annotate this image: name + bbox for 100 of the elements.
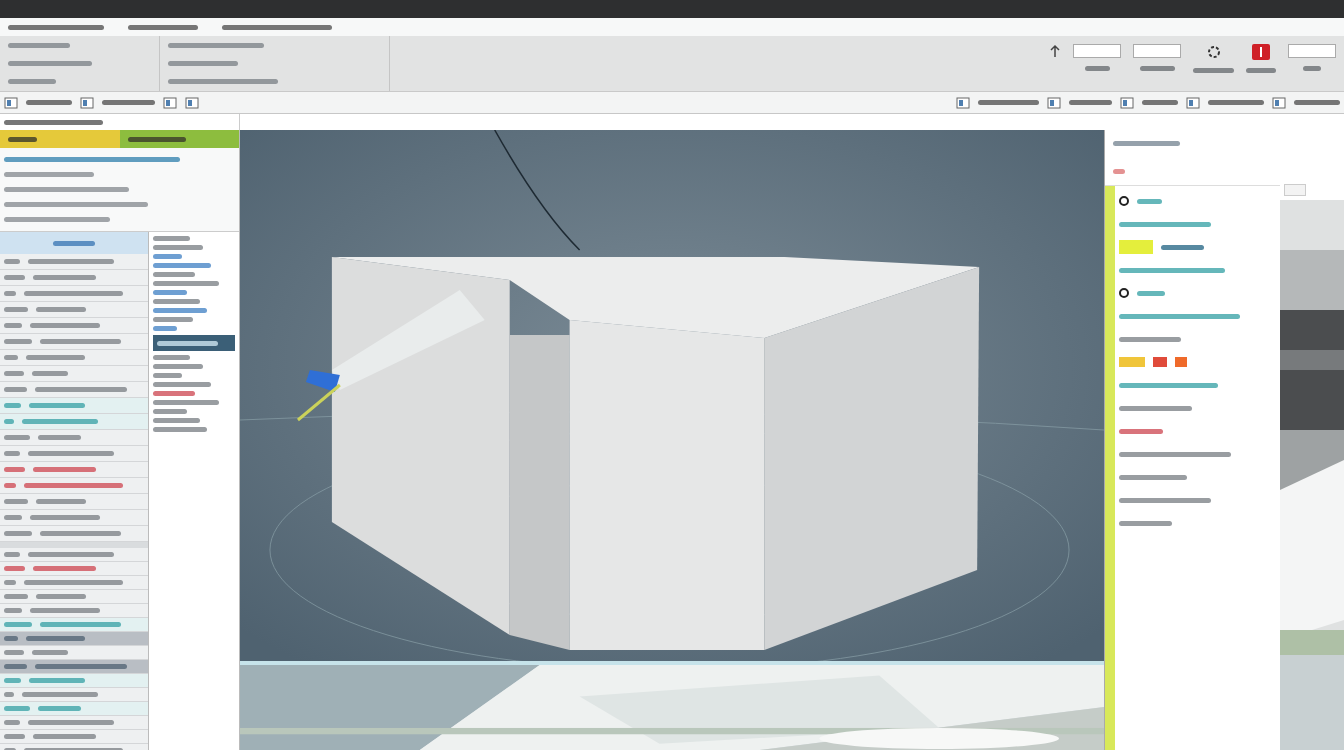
blurred-text [4,291,16,296]
tree-row[interactable] [0,414,148,430]
input-field[interactable] [1073,44,1121,58]
blurred-text [153,391,195,396]
blurred-text [29,678,85,683]
blurred-text [4,706,30,711]
blurred-text [153,272,195,277]
blurred-text [168,61,238,66]
blurred-text [153,281,219,286]
blurred-text [153,400,219,405]
tool-icon[interactable] [956,96,970,109]
blurred-text [8,42,70,48]
tool-icon[interactable] [1272,96,1286,109]
blurred-text [1193,68,1234,73]
blurred-text [153,317,193,322]
blurred-text [1303,66,1321,71]
blurred-text [4,387,27,392]
tool-icon[interactable] [80,96,94,109]
blurred-text [128,24,198,30]
tool-icon[interactable] [163,96,177,109]
blurred-text [1139,66,1175,71]
blurred-text [4,483,16,488]
blurred-text [4,355,18,360]
blurred-text [36,499,86,504]
blurred-text [153,427,207,432]
blurred-text [26,636,85,641]
arrow-icon[interactable] [1049,44,1061,58]
tree-row[interactable] [0,674,148,688]
blurred-text [1246,68,1276,73]
input-field[interactable] [1288,44,1336,58]
blurred-text [32,650,68,655]
blurred-text [4,419,14,424]
tool-icon[interactable] [1186,96,1200,109]
blurred-text [4,594,28,599]
blurred-text [153,263,211,268]
blurred-text [4,515,22,520]
blurred-text [4,608,22,613]
gizmo-icon[interactable] [296,370,341,422]
blurred-text [32,371,68,376]
blurred-text [153,326,177,331]
blurred-text [1119,336,1181,342]
blurred-text [4,692,14,697]
blurred-text [102,100,155,105]
blurred-text [153,382,211,387]
blurred-text [36,594,86,599]
blurred-text [36,307,86,312]
circle-icon[interactable] [1119,196,1129,206]
blurred-text [29,403,85,408]
blurred-text [4,467,25,472]
blurred-text [1119,474,1187,480]
blurred-text [30,515,100,520]
blurred-text [153,409,187,414]
status-badge [1119,357,1145,367]
highlight-tag [1119,240,1153,254]
panel-tab[interactable] [119,130,239,148]
blurred-text [53,240,95,246]
panel-tab[interactable] [0,130,120,148]
alert-icon[interactable] [1252,44,1270,60]
tree-row[interactable] [0,398,148,414]
tool-icon[interactable] [4,96,18,109]
blurred-text [33,275,96,280]
blurred-text [33,467,96,472]
blurred-text [38,706,81,711]
tree-row[interactable] [0,632,148,646]
blurred-text [4,531,32,536]
tree-row[interactable] [0,618,148,632]
blurred-text [4,720,20,725]
blurred-text [4,664,27,669]
blurred-text [4,435,30,440]
blurred-text [30,323,100,328]
blurred-text [30,608,100,613]
blurred-text [153,308,207,313]
blurred-text [8,79,56,85]
blurred-text [1119,428,1163,434]
blurred-text [4,451,20,456]
blurred-text [4,499,28,504]
blurred-text [38,435,81,440]
blurred-text [4,636,18,641]
tool-icon[interactable] [1047,96,1061,109]
input-field[interactable] [1133,44,1181,58]
blurred-text [1119,520,1172,526]
tool-icon[interactable] [185,96,199,109]
blurred-text [4,275,25,280]
blurred-text [1137,290,1165,296]
tree-row[interactable] [0,702,148,716]
blurred-text [33,734,96,739]
blurred-text [1284,184,1306,196]
blurred-text [4,371,24,376]
blurred-text [153,290,187,295]
circle-icon[interactable] [1119,288,1129,298]
blurred-text [127,136,186,142]
tree-row[interactable] [0,660,148,674]
blurred-text [153,254,182,259]
blurred-text [1137,198,1162,204]
blurred-text [26,100,72,105]
tool-icon[interactable] [1120,96,1134,109]
blurred-text [153,236,190,241]
blurred-text [4,403,21,408]
blurred-text [33,566,96,571]
blurred-text [153,299,200,304]
